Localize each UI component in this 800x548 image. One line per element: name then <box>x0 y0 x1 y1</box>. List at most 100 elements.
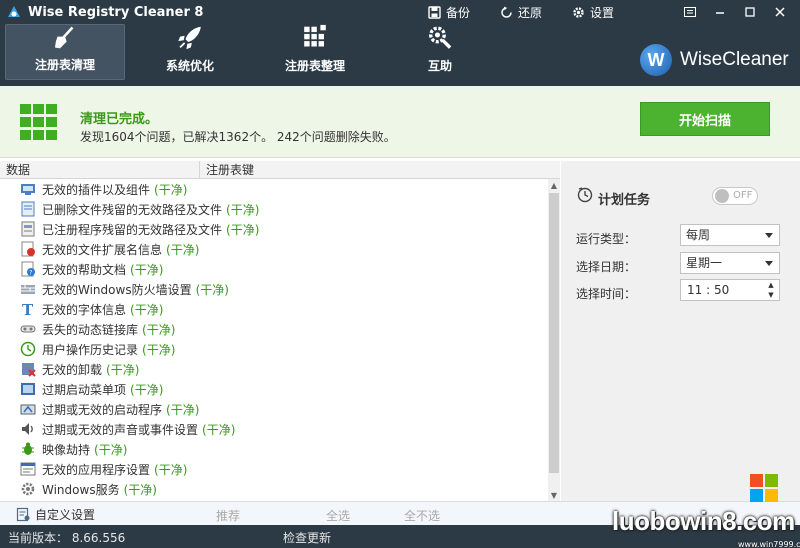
scroll-up-arrow[interactable]: ▲ <box>548 179 560 191</box>
list-item[interactable]: 无效的Windows防火墙设置 (干净) <box>0 279 548 299</box>
uninstall-icon <box>22 363 36 377</box>
list-item-label: 过期或无效的声音或事件设置 <box>42 422 199 437</box>
restore-button[interactable]: 还原 <box>500 4 542 21</box>
time-label: 选择时间： <box>576 287 637 301</box>
recommend-link[interactable]: 推荐 <box>216 507 240 524</box>
nav-system-optimize[interactable]: 系统优化 <box>150 24 230 80</box>
clean-status: (干净) <box>142 322 176 337</box>
clean-status: (干净) <box>130 262 164 277</box>
history-icon <box>20 341 36 357</box>
select-none-link[interactable]: 全不选 <box>404 507 440 524</box>
scroll-down-arrow[interactable]: ▼ <box>548 489 560 501</box>
column-header-data[interactable]: 数据 <box>0 161 200 178</box>
list-item[interactable]: 已删除文件残留的无效路径及文件 (干净) <box>0 199 548 219</box>
nav-registry-clean[interactable]: 注册表清理 <box>5 24 125 80</box>
rocket-icon <box>178 26 201 50</box>
gear-wrench-icon <box>429 26 452 49</box>
status-title: 清理已完成。 <box>80 112 159 127</box>
custom-settings-button[interactable]: 自定义设置 <box>16 506 95 523</box>
list-item[interactable]: T 无效的字体信息 (干净) <box>0 299 548 319</box>
list-item-label: 已注册程序残留的无效路径及文件 <box>42 222 223 237</box>
registered-program-icon <box>21 221 35 237</box>
list-item-label: 无效的字体信息 <box>42 302 127 317</box>
list-item[interactable]: 用户操作历史记录 (干净) <box>0 339 548 359</box>
watermark-subtext: www.win7999.com <box>738 540 800 548</box>
close-button[interactable] <box>766 0 794 24</box>
list-item[interactable]: 丢失的动态链接库 (干净) <box>0 319 548 339</box>
font-icon: T <box>22 301 34 317</box>
run-type-label: 运行类型： <box>576 232 637 246</box>
version-text: 当前版本： 8.66.556 <box>8 531 126 545</box>
clean-status: (干净) <box>226 222 260 237</box>
start-menu-icon <box>21 383 35 395</box>
deleted-file-icon <box>21 201 35 217</box>
check-update-link[interactable]: 检查更新 <box>283 529 331 546</box>
clean-status: (干净) <box>154 182 188 197</box>
list-item-label: 无效的卸载 <box>42 362 103 377</box>
help-doc-icon: ? <box>21 261 35 277</box>
blocks-icon <box>304 24 326 47</box>
list-scrollbar[interactable]: ▲ ▼ <box>548 179 560 501</box>
svg-text:T: T <box>22 301 34 317</box>
schedule-title: 计划任务 <box>598 193 651 208</box>
list-item[interactable]: 已注册程序残留的无效路径及文件 (干净) <box>0 219 548 239</box>
minimize-button[interactable] <box>706 0 734 24</box>
watermark: luobowin8.com www.win7999.com <box>612 466 800 548</box>
app-settings-icon <box>20 462 36 476</box>
clean-status: (干净) <box>202 422 236 437</box>
dll-icon <box>20 325 36 333</box>
nav-mutual-help[interactable]: 互助 <box>410 24 470 80</box>
floppy-icon <box>428 5 441 19</box>
list-item[interactable]: Windows服务 (干净) <box>0 479 548 499</box>
app-logo-icon <box>8 6 20 17</box>
menu-button[interactable] <box>676 0 704 24</box>
category-list: 无效的插件以及组件 (干净) 已删除文件残留的无效路径及文件 (干净) 已注册程序残留的… <box>0 179 548 501</box>
list-item[interactable]: 过期或无效的声音或事件设置 (干净) <box>0 419 548 439</box>
settings-doc-icon <box>16 507 30 522</box>
restore-icon <box>501 6 512 18</box>
chevron-down-icon <box>765 261 773 266</box>
scroll-thumb[interactable] <box>549 193 559 473</box>
day-select[interactable]: 星期一 <box>680 252 780 274</box>
list-item-label: 无效的帮助文档 <box>42 262 127 277</box>
spin-up-icon[interactable]: ▲ <box>768 281 773 289</box>
day-value: 星期一 <box>686 256 723 270</box>
maximize-button[interactable] <box>736 0 764 24</box>
clean-status: (干净) <box>130 302 164 317</box>
list-item[interactable]: 无效的应用程序设置 (干净) <box>0 459 548 479</box>
settings-button[interactable]: 设置 <box>572 4 614 21</box>
list-item[interactable]: 过期或无效的启动程序 (干净) <box>0 399 548 419</box>
nav-registry-defrag[interactable]: 注册表整理 <box>275 24 355 80</box>
windows-logo-icon <box>750 474 778 502</box>
start-scan-button[interactable]: 开始扫描 <box>640 102 770 136</box>
schedule-pane <box>561 161 800 501</box>
watermark-text: luobowin8.com <box>612 506 795 536</box>
schedule-toggle[interactable]: OFF <box>712 187 758 205</box>
list-item[interactable]: 无效的插件以及组件 (干净) <box>0 179 548 199</box>
list-item[interactable]: 无效的文件扩展名信息 (干净) <box>0 239 548 259</box>
list-item[interactable]: 过期启动菜单项 (干净) <box>0 379 548 399</box>
clean-status: (干净) <box>130 382 164 397</box>
main-toolbar: 注册表清理 系统优化 注册表整理 互助 W WiseCleaner <box>0 24 800 86</box>
brand: W WiseCleaner <box>640 44 789 76</box>
backup-button[interactable]: 备份 <box>428 4 470 21</box>
nav-label: 系统优化 <box>165 59 214 73</box>
sound-icon <box>22 423 33 435</box>
list-item[interactable]: ? 无效的帮助文档 (干净) <box>0 259 548 279</box>
column-header-registry-key[interactable]: 注册表键 <box>200 161 254 178</box>
list-item-label: 用户操作历史记录 <box>42 342 139 357</box>
time-value[interactable]: 11 : 50 <box>687 280 729 300</box>
time-spinner[interactable]: 11 : 50 ▲ ▼ <box>680 279 780 301</box>
select-all-link[interactable]: 全选 <box>326 507 350 524</box>
gear-icon <box>573 6 584 18</box>
clean-status: (干净) <box>166 402 200 417</box>
run-type-select[interactable]: 每周 <box>680 224 780 246</box>
service-gear-icon <box>21 482 35 496</box>
spin-down-icon[interactable]: ▼ <box>768 291 773 299</box>
nav-label: 互助 <box>427 59 452 73</box>
clean-status: (干净) <box>142 342 176 357</box>
list-item[interactable]: 映像劫持 (干净) <box>0 439 548 459</box>
list-item-label: 过期或无效的启动程序 <box>42 402 163 417</box>
list-item[interactable]: 无效的卸载 (干净) <box>0 359 548 379</box>
brand-name: WiseCleaner <box>680 49 789 70</box>
